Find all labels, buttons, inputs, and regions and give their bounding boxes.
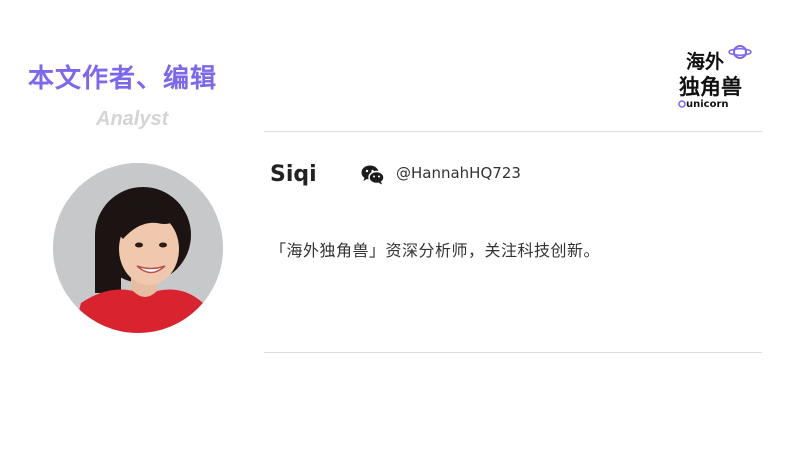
haiwai-unicorn-logo: 海外 独角兽 unicorn (678, 45, 752, 110)
section-title: 本文作者、编辑 (28, 64, 218, 94)
svg-text:unicorn: unicorn (686, 99, 729, 110)
section-subtitle: Analyst (96, 108, 169, 130)
wechat-icon (361, 164, 385, 186)
bottom-divider (264, 352, 762, 353)
author-name: Siqi (270, 162, 317, 187)
svg-text:独角兽: 独角兽 (679, 75, 742, 99)
author-avatar (53, 163, 223, 333)
brand-logo: 海外 独角兽 unicorn (676, 40, 758, 112)
wechat-handle: @HannahHQ723 (396, 164, 521, 182)
author-bio: 「海外独角兽」资深分析师，关注科技创新。 (270, 241, 601, 260)
top-divider (264, 131, 762, 132)
svg-text:海外: 海外 (686, 50, 724, 73)
